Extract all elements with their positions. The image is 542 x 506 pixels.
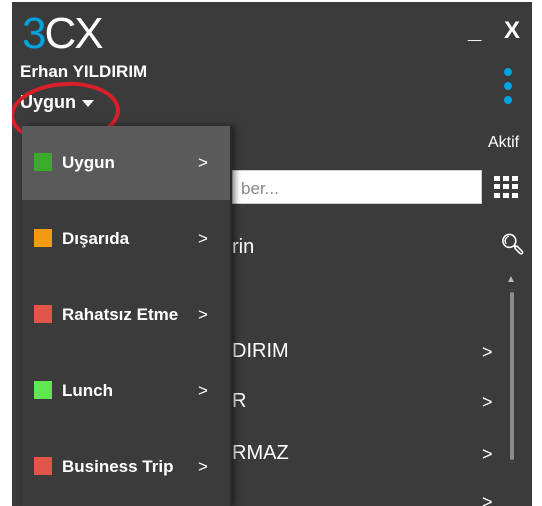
chevron-right-icon: >	[198, 229, 208, 248]
status-menu-item[interactable]: Lunch >	[22, 354, 230, 428]
user-name: Erhan YILDIRIM	[20, 62, 148, 81]
contact-arrow[interactable]: >	[482, 444, 493, 465]
status-menu-label: Business Trip	[62, 457, 174, 476]
status-menu-label: Lunch	[62, 381, 113, 400]
search-icon[interactable]: 🔍︎	[500, 232, 525, 257]
minimize-button[interactable]: _	[468, 16, 481, 46]
logo-cx: CX	[44, 9, 103, 58]
status-menu-item[interactable]: Dışarıda >	[22, 202, 230, 276]
status-color-swatch	[34, 229, 52, 247]
search-placeholder: ber...	[241, 179, 279, 198]
chevron-right-icon: >	[198, 305, 208, 324]
status-menu-label: Rahatsız Etme	[62, 305, 179, 324]
more-vertical-icon[interactable]	[504, 68, 514, 110]
chevron-right-icon: >	[198, 457, 208, 476]
status-menu: Uygun > Dışarıda > Rahatsız Etme > Lunch…	[22, 126, 232, 506]
contact-name[interactable]: R	[232, 390, 246, 413]
list-header: rin	[232, 236, 255, 258]
status-menu-item[interactable]: Business Trip >	[22, 430, 230, 504]
status-menu-label: Uygun	[62, 153, 115, 172]
contact-arrow[interactable]: >	[482, 342, 493, 363]
chevron-right-icon: >	[198, 153, 208, 172]
contact-arrow[interactable]: >	[482, 392, 493, 413]
close-button[interactable]: X	[504, 16, 520, 46]
contact-arrow[interactable]: >	[482, 492, 493, 506]
dialpad-icon[interactable]	[494, 176, 518, 198]
contact-name[interactable]: DIRIM	[232, 340, 289, 363]
app-logo: 3CX	[22, 8, 104, 60]
aktif-label: Aktif	[488, 134, 520, 151]
status-color-swatch	[34, 153, 52, 171]
status-menu-label: Dışarıda	[62, 229, 130, 248]
status-color-swatch	[34, 305, 52, 323]
status-menu-item[interactable]: Uygun >	[22, 126, 230, 200]
app-window: 3CX _ X Erhan YILDIRIM Uygun Aktif ber..…	[12, 2, 532, 506]
status-color-swatch	[34, 457, 52, 475]
status-menu-item[interactable]: Rahatsız Etme >	[22, 278, 230, 352]
status-color-swatch	[34, 381, 52, 399]
contact-name[interactable]: RMAZ	[232, 442, 289, 465]
chevron-right-icon: >	[198, 381, 208, 400]
search-input[interactable]: ber...	[232, 170, 482, 204]
scroll-up-icon[interactable]: ▲	[506, 274, 516, 285]
logo-3: 3	[22, 9, 47, 58]
scrollbar-thumb[interactable]	[510, 292, 514, 460]
